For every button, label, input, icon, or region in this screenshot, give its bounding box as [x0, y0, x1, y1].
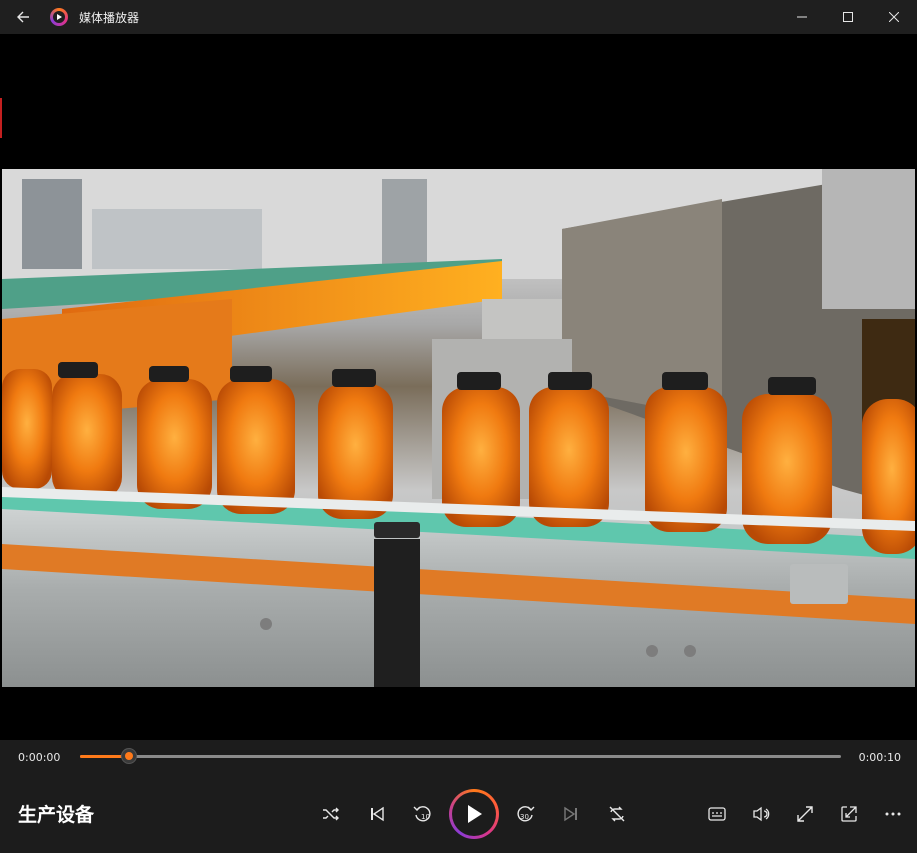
captions-icon — [708, 807, 726, 821]
current-time: 0:00:00 — [18, 751, 61, 764]
rewind-10-icon: 10 — [413, 804, 433, 824]
close-button[interactable] — [871, 0, 917, 34]
media-title: 生产设备 — [18, 804, 95, 826]
volume-icon — [752, 806, 770, 822]
play-icon — [465, 804, 483, 824]
repeat-button[interactable] — [594, 794, 640, 834]
maximize-icon — [843, 12, 853, 22]
next-button[interactable] — [548, 794, 594, 834]
volume-button[interactable] — [739, 794, 783, 834]
secondary-controls — [695, 794, 915, 834]
more-button[interactable] — [871, 794, 915, 834]
window-controls — [779, 0, 917, 34]
app-title: 媒体播放器 — [79, 10, 140, 25]
more-icon — [885, 812, 901, 816]
skip-back-label: 10 — [421, 813, 430, 821]
skip-forward-button[interactable]: 30 — [502, 794, 548, 834]
close-icon — [889, 12, 899, 22]
minimize-icon — [797, 12, 807, 22]
arrow-left-icon — [16, 10, 30, 24]
shuffle-icon — [322, 806, 340, 822]
play-button[interactable] — [449, 789, 499, 839]
skip-next-icon — [563, 806, 579, 822]
media-player-window: 媒体播放器 0:00:00 0:00:10 生产设备 10 30 — [0, 0, 917, 853]
app-logo-icon — [50, 8, 68, 26]
duration: 0:00:10 — [858, 751, 901, 764]
maximize-button[interactable] — [825, 0, 871, 34]
skip-previous-icon — [369, 806, 385, 822]
video-area[interactable] — [2, 34, 915, 740]
seek-bar[interactable] — [80, 748, 841, 764]
playback-controls: 0:00:00 0:00:10 生产设备 10 30 — [0, 740, 917, 853]
skip-back-button[interactable]: 10 — [400, 794, 446, 834]
minimize-button[interactable] — [779, 0, 825, 34]
fullscreen-button[interactable] — [783, 794, 827, 834]
fullscreen-icon — [797, 806, 813, 822]
skip-forward-label: 30 — [520, 813, 529, 821]
shuffle-button[interactable] — [308, 794, 354, 834]
mini-player-button[interactable] — [827, 794, 871, 834]
video-frame — [2, 169, 915, 687]
seek-bar-thumb[interactable] — [121, 748, 138, 764]
forward-30-icon: 30 — [515, 804, 535, 824]
video-picture — [2, 169, 915, 687]
mini-player-icon — [841, 806, 857, 822]
repeat-off-icon — [608, 805, 626, 823]
back-button[interactable] — [0, 0, 46, 34]
title-bar: 媒体播放器 — [0, 0, 917, 34]
captions-button[interactable] — [695, 794, 739, 834]
previous-button[interactable] — [354, 794, 400, 834]
transport-controls: 10 30 — [308, 789, 640, 839]
